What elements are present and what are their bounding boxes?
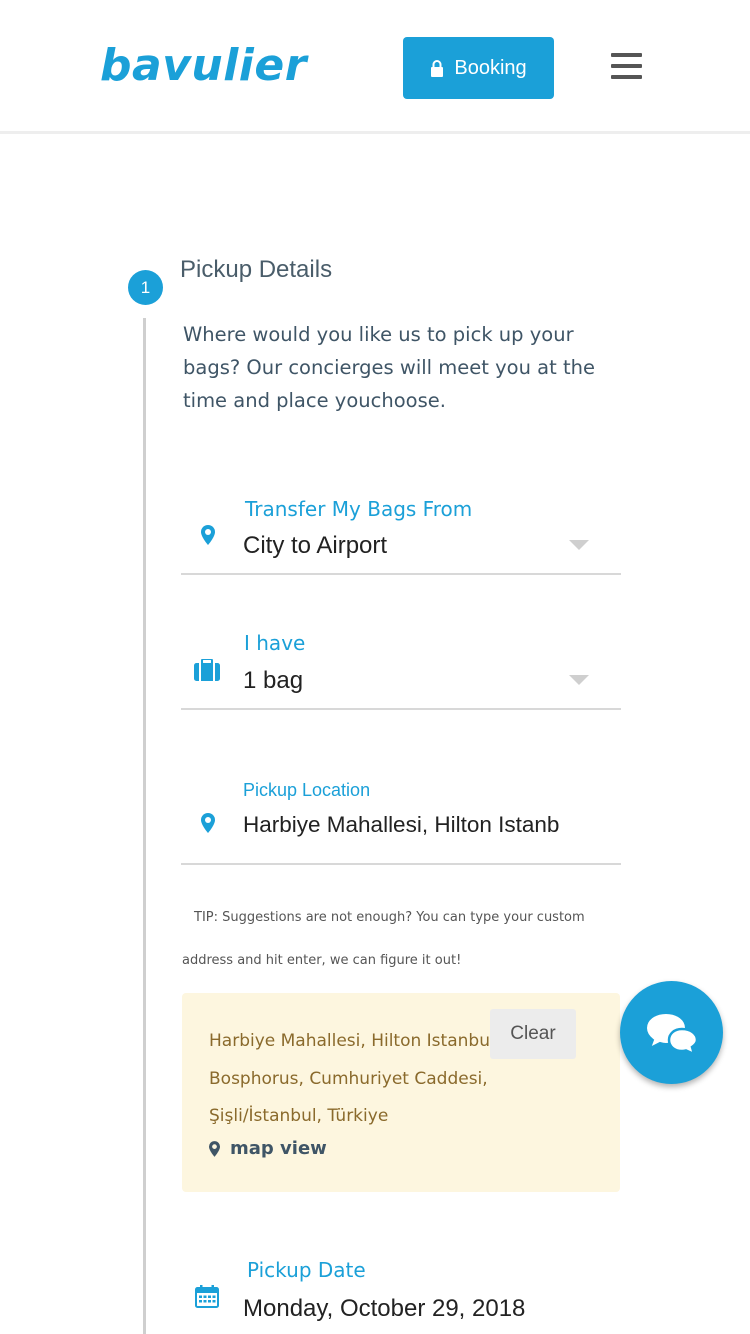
chevron-down-icon [569,540,589,550]
suitcase-icon [194,659,220,681]
step-title: Pickup Details [180,256,333,283]
booking-button-label: Booking [454,56,527,79]
pickup-date-label: Pickup Date [247,1258,366,1282]
map-pin-icon [201,813,215,833]
clear-address-button[interactable]: Clear [490,1009,576,1059]
pickup-location-value: Harbiye Mahallesi, Hilton Istanb [243,812,560,837]
calendar-icon [195,1285,219,1308]
bag-count-value: 1 bag [243,667,304,694]
pickup-location-label: Pickup Location [243,780,371,800]
hamburger-menu-icon[interactable] [611,53,642,79]
pickup-date-value: Monday, October 29, 2018 [243,1295,526,1322]
lock-icon [431,59,444,77]
transfer-from-select[interactable]: Transfer My Bags From City to Airport [181,490,621,575]
map-view-link[interactable]: map view [209,1138,327,1159]
top-bar: bavulier Booking [0,0,750,134]
map-view-label: map view [230,1138,327,1159]
map-pin-icon [201,525,215,545]
transfer-from-value: City to Airport [243,532,388,559]
bag-count-select[interactable]: I have 1 bag [181,625,621,710]
pickup-date-input[interactable]: Pickup Date Monday, October 29, 2018 [181,1255,621,1334]
selected-address-card: Harbiye Mahallesi, Hilton Istanbul Bosph… [182,993,620,1192]
step-timeline-line [143,318,146,1334]
chat-button[interactable] [620,981,723,1084]
selected-address-text: Harbiye Mahallesi, Hilton Istanbul Bosph… [209,1031,495,1126]
chat-bubbles-icon [644,1011,698,1056]
booking-button[interactable]: Booking [403,37,554,99]
map-pin-icon [209,1140,220,1157]
brand-logo[interactable]: bavulier [100,40,307,91]
step-intro-text: Where would you like us to pick up your … [183,323,595,412]
bag-count-label: I have [244,631,306,655]
chevron-down-icon [569,675,589,685]
address-tip-text: TIP: Suggestions are not enough? You can… [182,910,585,968]
transfer-from-label: Transfer My Bags From [245,497,473,521]
pickup-location-input[interactable]: Pickup Location Harbiye Mahallesi, Hilto… [181,770,621,865]
step-number-badge: 1 [128,270,163,305]
